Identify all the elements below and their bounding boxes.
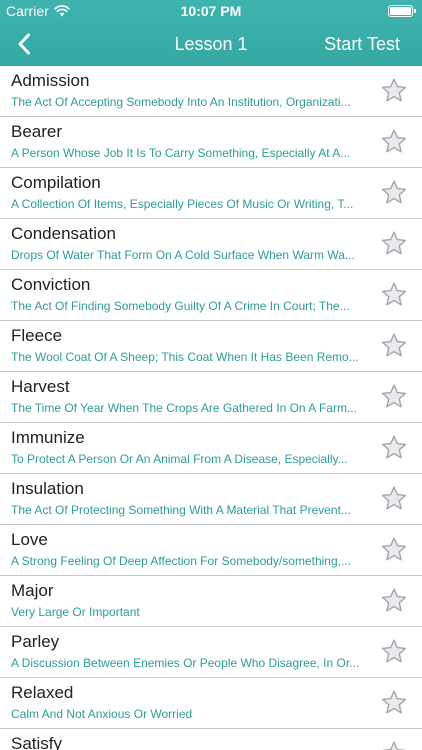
star-icon (381, 435, 407, 459)
status-bar: Carrier 10:07 PM (0, 0, 422, 22)
list-item[interactable]: Condensation Drops Of Water That Form On … (0, 219, 422, 270)
list-item[interactable]: Relaxed Calm And Not Anxious Or Worried (0, 678, 422, 729)
star-icon (381, 690, 407, 714)
word-title: Satisfy (11, 734, 63, 750)
favorite-button[interactable] (380, 536, 408, 564)
word-definition: The Time Of Year When The Crops Are Gath… (11, 401, 357, 415)
favorite-button[interactable] (380, 740, 408, 750)
favorite-button[interactable] (380, 485, 408, 513)
word-title: Harvest (11, 377, 70, 396)
word-definition: A Collection Of Items, Especially Pieces… (11, 197, 354, 211)
word-definition: Calm And Not Anxious Or Worried (11, 707, 193, 721)
nav-bar: Lesson 1 Start Test (0, 22, 422, 66)
status-time: 10:07 PM (180, 3, 242, 19)
word-definition: A Strong Feeling Of Deep Affection For S… (11, 554, 351, 568)
chevron-left-icon (18, 33, 30, 55)
start-test-button[interactable]: Start Test (324, 22, 400, 66)
list-item[interactable]: Fleece The Wool Coat Of A Sheep; This Coa… (0, 321, 422, 372)
star-icon (381, 129, 407, 153)
word-title: Relaxed (11, 683, 74, 702)
favorite-button[interactable] (380, 128, 408, 156)
star-icon (381, 384, 407, 408)
star-icon (382, 741, 406, 750)
word-definition: Drops Of Water That Form On A Cold Surfa… (11, 248, 355, 262)
favorite-button[interactable] (380, 383, 408, 411)
star-icon (381, 78, 407, 102)
word-title: Parley (11, 632, 60, 651)
star-icon (381, 231, 407, 255)
word-title: Insulation (11, 479, 84, 498)
word-definition: The Act Of Accepting Somebody Into An In… (11, 95, 351, 109)
star-icon (381, 639, 407, 663)
star-icon (381, 282, 407, 306)
list-item[interactable]: Admission The Act Of Accepting Somebody I… (0, 66, 422, 117)
favorite-button[interactable] (380, 281, 408, 309)
favorite-button[interactable] (380, 77, 408, 105)
word-definition: To Protect A Person Or An Animal From A … (11, 452, 348, 466)
word-definition: A Person Whose Job It Is To Carry Someth… (11, 146, 351, 160)
star-icon (381, 588, 407, 612)
favorite-button[interactable] (380, 638, 408, 666)
word-title: Major (11, 581, 54, 600)
word-title: Conviction (11, 275, 91, 294)
list-item[interactable]: Major Very Large Or Important (0, 576, 422, 627)
favorite-button[interactable] (380, 230, 408, 258)
battery-icon (388, 5, 416, 17)
star-icon (381, 333, 407, 357)
word-title: Fleece (11, 326, 63, 345)
favorite-button[interactable] (380, 689, 408, 717)
word-title: Condensation (11, 224, 116, 243)
favorite-button[interactable] (380, 434, 408, 462)
word-title: Compilation (11, 173, 101, 192)
list-item[interactable]: Insulation The Act Of Protecting Somethin… (0, 474, 422, 525)
list-item[interactable]: Love A Strong Feeling Of Deep Affection F… (0, 525, 422, 576)
star-icon (381, 486, 407, 510)
list-item[interactable]: Compilation A Collection Of Items, Especi… (0, 168, 422, 219)
word-definition: The Act Of Finding Somebody Guilty Of A … (11, 299, 350, 313)
word-title: Love (11, 530, 48, 549)
star-icon (381, 180, 407, 204)
list-item[interactable]: Satisfy (0, 729, 422, 750)
list-item[interactable]: Immunize To Protect A Person Or An Animal… (0, 423, 422, 474)
list-item[interactable]: Parley A Discussion Between Enemies Or Pe… (0, 627, 422, 678)
word-title: Immunize (11, 428, 85, 447)
favorite-button[interactable] (380, 332, 408, 360)
star-icon (381, 537, 407, 561)
word-definition: The Act Of Protecting Something With A M… (11, 503, 351, 517)
word-title: Bearer (11, 122, 63, 141)
list-item[interactable]: Conviction The Act Of Finding Somebody Gu… (0, 270, 422, 321)
favorite-button[interactable] (380, 587, 408, 615)
back-button[interactable] (4, 22, 44, 66)
word-title: Admission (11, 71, 90, 90)
list-item[interactable]: Harvest The Time Of Year When The Crops A… (0, 372, 422, 423)
word-list[interactable]: Admission The Act Of Accepting Somebody I… (0, 66, 422, 750)
word-definition: A Discussion Between Enemies Or People W… (11, 656, 360, 670)
word-definition: The Wool Coat Of A Sheep; This Coat When… (11, 350, 359, 364)
list-item[interactable]: Bearer A Person Whose Job It Is To Carry … (0, 117, 422, 168)
word-definition: Very Large Or Important (11, 605, 140, 619)
favorite-button[interactable] (380, 179, 408, 207)
header: Carrier 10:07 PM Lesson 1 Start Test (0, 0, 422, 66)
